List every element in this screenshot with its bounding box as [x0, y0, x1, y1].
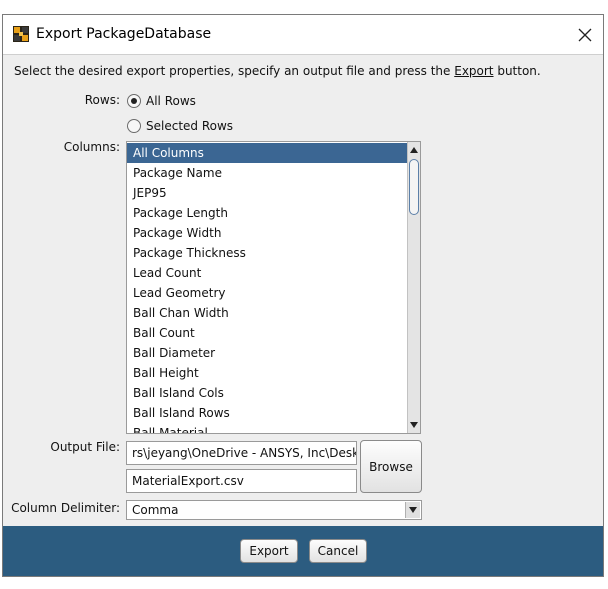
export-dialog: Export PackageDatabase Select the desire… — [2, 14, 604, 577]
list-item[interactable]: Ball Island Rows — [127, 403, 408, 423]
scroll-up-button[interactable] — [408, 143, 420, 157]
list-item[interactable]: Package Thickness — [127, 243, 408, 263]
column-delimiter-value: Comma — [132, 503, 179, 517]
export-button[interactable]: Export — [240, 539, 298, 563]
browse-button[interactable]: Browse — [360, 440, 422, 493]
list-item[interactable]: Lead Count — [127, 263, 408, 283]
rows-label: Rows: — [84, 93, 120, 107]
close-button[interactable] — [567, 15, 603, 54]
list-item[interactable]: Ball Material — [127, 423, 408, 433]
chevron-down-icon — [409, 507, 417, 513]
list-item[interactable]: Ball Diameter — [127, 343, 408, 363]
dropdown-button[interactable] — [405, 502, 420, 518]
list-item[interactable]: Package Width — [127, 223, 408, 243]
arrow-down-icon — [410, 422, 418, 428]
list-item[interactable]: Lead Geometry — [127, 283, 408, 303]
column-delimiter-label: Column Delimiter: — [11, 501, 120, 515]
export-hint-link: Export — [454, 64, 494, 78]
instructions-suffix: button. — [493, 64, 541, 78]
output-file-label: Output File: — [50, 440, 120, 454]
title-bar: Export PackageDatabase — [3, 15, 603, 54]
radio-all-rows[interactable] — [127, 94, 141, 108]
columns-list[interactable]: All Columns Package Name JEP95 Package L… — [126, 141, 421, 434]
button-bar: Export Cancel — [3, 526, 603, 576]
list-item[interactable]: Package Length — [127, 203, 408, 223]
list-item[interactable]: Ball Height — [127, 363, 408, 383]
columns-label: Columns: — [63, 140, 120, 154]
window-title: Export PackageDatabase — [36, 26, 212, 42]
radio-selected-rows[interactable] — [127, 119, 141, 133]
list-item[interactable]: Ball Count — [127, 323, 408, 343]
column-delimiter-select[interactable]: Comma — [126, 500, 422, 520]
output-directory-field[interactable]: rs\jeyang\OneDrive - ANSYS, Inc\Desktop — [126, 441, 357, 465]
dialog-body: Select the desired export properties, sp… — [3, 54, 603, 527]
app-icon — [13, 26, 29, 42]
close-icon — [578, 28, 592, 41]
instructions-text: Select the desired export properties, sp… — [14, 64, 541, 78]
output-filename-field[interactable]: MaterialExport.csv — [126, 469, 357, 493]
scrollbar-thumb[interactable] — [409, 159, 419, 215]
radio-selected-rows-label[interactable]: Selected Rows — [146, 119, 233, 133]
list-item[interactable]: JEP95 — [127, 183, 408, 203]
instructions-prefix: Select the desired export properties, sp… — [14, 64, 455, 78]
cancel-button[interactable]: Cancel — [309, 539, 367, 563]
arrow-up-icon — [410, 147, 418, 153]
list-item[interactable]: Ball Chan Width — [127, 303, 408, 323]
radio-all-rows-label[interactable]: All Rows — [146, 94, 196, 108]
scroll-down-button[interactable] — [408, 418, 420, 432]
list-item[interactable]: Package Name — [127, 163, 408, 183]
columns-scrollbar[interactable] — [407, 142, 420, 433]
list-item[interactable]: Ball Island Cols — [127, 383, 408, 403]
list-item[interactable]: All Columns — [127, 143, 408, 163]
